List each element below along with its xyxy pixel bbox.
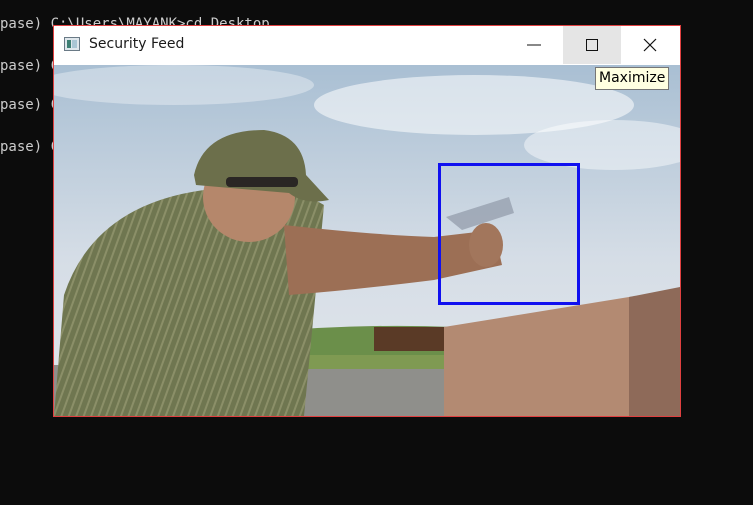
maximize-icon — [586, 39, 598, 51]
minimize-button[interactable] — [505, 26, 563, 64]
terminal-line-3: pase) C — [0, 97, 60, 113]
terminal-line-2: pase) C — [0, 58, 60, 74]
app-window-icon — [64, 37, 80, 51]
window-title: Security Feed — [89, 36, 185, 52]
maximize-tooltip: Maximize — [595, 67, 670, 90]
terminal-line-4: pase) C — [0, 139, 60, 155]
video-feed — [54, 65, 680, 416]
close-button[interactable] — [621, 26, 679, 64]
close-icon — [643, 38, 657, 52]
camera-frame — [54, 65, 680, 416]
maximize-button[interactable] — [563, 26, 621, 64]
detection-box — [438, 163, 580, 305]
security-feed-window[interactable]: Security Feed — [53, 25, 681, 417]
minimize-icon — [527, 44, 541, 46]
title-bar[interactable]: Security Feed — [54, 26, 680, 64]
